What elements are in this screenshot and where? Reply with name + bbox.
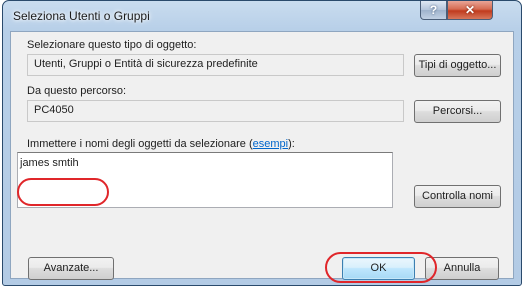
- check-names-button[interactable]: Controlla nomi: [414, 185, 501, 208]
- examples-link[interactable]: esempi: [253, 138, 288, 150]
- advanced-button[interactable]: Avanzate...: [28, 257, 114, 280]
- help-button[interactable]: ?: [420, 1, 447, 20]
- title-bar: Seleziona Utenti o Gruppi ? ✕: [3, 1, 521, 31]
- object-types-button[interactable]: Tipi di oggetto...: [414, 54, 501, 77]
- object-type-label: Selezionare questo tipo di oggetto:: [27, 39, 197, 51]
- location-value: PC4050: [34, 104, 74, 116]
- object-type-value: Utenti, Gruppi o Entità di sicurezza pre…: [34, 58, 258, 70]
- location-label: Da questo percorso:: [27, 85, 127, 97]
- names-label-suffix: ):: [288, 138, 295, 150]
- cancel-button[interactable]: Annulla: [425, 257, 499, 280]
- dialog-window: Seleziona Utenti o Gruppi ? ✕ Selezionar…: [2, 0, 522, 286]
- object-names-value: james smtih: [20, 157, 79, 169]
- help-icon: ?: [429, 3, 438, 17]
- names-label: Immettere i nomi degli oggetti da selezi…: [27, 138, 295, 150]
- close-button[interactable]: ✕: [447, 1, 493, 20]
- location-field: PC4050: [27, 100, 404, 122]
- close-icon: ✕: [464, 3, 476, 17]
- locations-button[interactable]: Percorsi...: [414, 100, 501, 123]
- object-type-field: Utenti, Gruppi o Entità di sicurezza pre…: [27, 54, 404, 76]
- object-names-input[interactable]: james smtih: [17, 152, 393, 208]
- names-label-prefix: Immettere i nomi degli oggetti da selezi…: [27, 138, 253, 150]
- window-title: Seleziona Utenti o Gruppi: [13, 9, 150, 23]
- ok-button[interactable]: OK: [342, 257, 415, 280]
